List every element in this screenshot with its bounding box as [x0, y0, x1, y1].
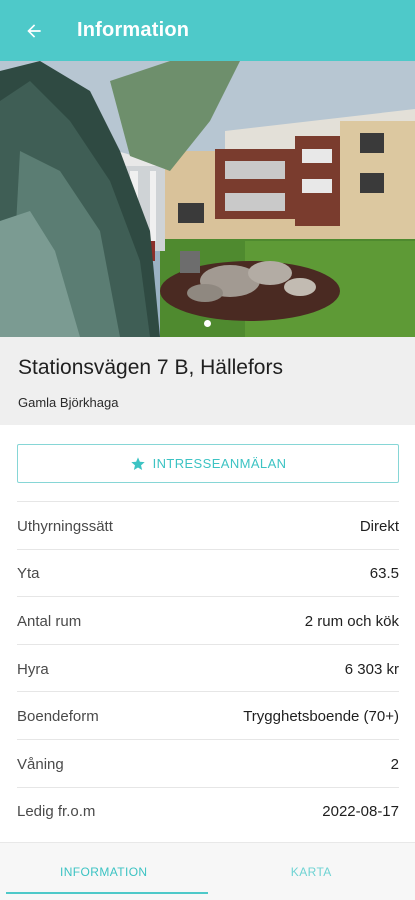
detail-label: Boendeform — [17, 708, 99, 726]
detail-value: 2 — [390, 755, 399, 773]
tab-information[interactable]: INFORMATION — [0, 843, 208, 900]
detail-value: Direkt — [359, 517, 399, 535]
address-block: Stationsvägen 7 B, Hällefors Gamla Björk… — [0, 337, 415, 425]
detail-label: Yta — [17, 565, 40, 583]
bottom-tab-bar: INFORMATION KARTA — [0, 842, 415, 900]
detail-label: Våning — [17, 755, 64, 773]
detail-row-floor: Våning 2 — [17, 738, 399, 787]
detail-value: Trygghetsboende (70+) — [243, 708, 399, 726]
detail-row-rooms: Antal rum 2 rum och kök — [17, 596, 399, 644]
property-photo[interactable] — [0, 61, 415, 337]
detail-value: 6 303 kr — [344, 660, 399, 678]
detail-row-available-from: Ledig fr.o.m 2022-08-17 — [17, 786, 399, 835]
interest-button-label: INTRESSEANMÄLAN — [152, 456, 287, 471]
detail-row-rent: Hyra 6 303 kr — [17, 643, 399, 692]
detail-label: Uthyrningssätt — [17, 517, 113, 535]
tab-map[interactable]: KARTA — [208, 843, 415, 900]
detail-value: 63.5 — [369, 565, 399, 583]
area-name: Gamla Björkhaga — [18, 395, 119, 410]
property-photo-image — [0, 61, 415, 337]
detail-row-housing-form: Boendeform Trygghetsboende (70+) — [17, 691, 399, 739]
interest-button[interactable]: INTRESSEANMÄLAN — [17, 444, 399, 483]
star-icon — [130, 456, 145, 470]
app-bar: Information — [0, 0, 415, 61]
detail-row-area: Yta 63.5 — [17, 548, 399, 597]
detail-row-rental-type: Uthyrningssätt Direkt — [17, 501, 399, 549]
page-title: Information — [77, 19, 190, 41]
details-list: Uthyrningssätt Direkt Yta 63.5 Antal rum… — [17, 501, 399, 834]
detail-value: 2022-08-17 — [322, 803, 399, 821]
address-title: Stationsvägen 7 B, Hällefors — [18, 356, 283, 379]
arrow-left-icon — [27, 23, 41, 38]
detail-value: 2 rum och kök — [304, 612, 399, 630]
detail-label: Hyra — [17, 660, 49, 678]
detail-label: Antal rum — [17, 612, 82, 630]
detail-label: Ledig fr.o.m — [17, 803, 96, 821]
back-button[interactable] — [0, 0, 68, 61]
carousel-indicator-dot[interactable] — [204, 320, 211, 327]
